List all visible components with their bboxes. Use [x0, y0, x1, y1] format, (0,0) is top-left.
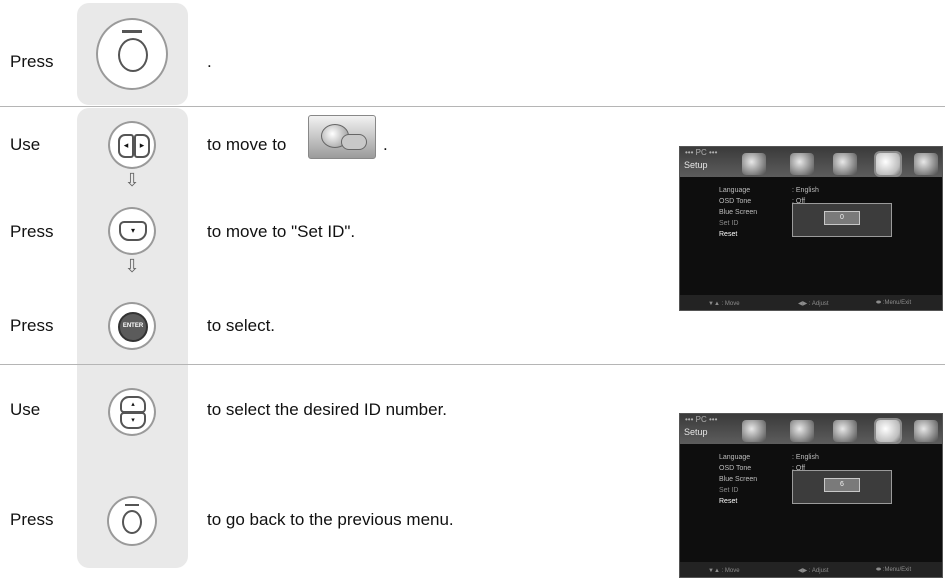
step-text: to move to — [207, 135, 287, 154]
channel-menu-icon — [833, 420, 857, 442]
set-id-field: 0 — [824, 211, 860, 225]
setup-menu-icon — [876, 153, 900, 175]
menu-button-icon-ring — [118, 38, 148, 72]
left-arrow-icon: ◂ — [118, 134, 134, 158]
osd-item-label: OSD Tone — [719, 198, 752, 205]
menu-button-icon-ring — [122, 510, 142, 534]
down-button-icon: ▾ — [120, 412, 146, 429]
step-text-suffix: . — [383, 135, 388, 154]
step-verb: Press — [10, 222, 54, 241]
picture-menu-icon — [742, 420, 766, 442]
osd-item-label: Language — [719, 187, 751, 194]
osd-hint-menu-exit: ⬬ :Menu/Exit — [876, 300, 912, 306]
osd-item-label: Blue Screen — [719, 476, 758, 483]
right-arrow-icon: ▸ — [134, 134, 150, 158]
osd-item-value: : English — [792, 454, 819, 461]
input-menu-icon — [914, 420, 938, 442]
up-down-button[interactable]: ▴ ▾ — [108, 388, 156, 436]
osd-item-label: Set ID — [719, 487, 739, 494]
set-id-field: 6 — [824, 478, 860, 492]
osd-item-label: Blue Screen — [719, 209, 758, 216]
down-arrow-icon: ⇩ — [124, 170, 140, 190]
step-text: to select the desired ID number. — [207, 400, 448, 419]
osd-item-label: Reset — [719, 498, 738, 505]
menu-button[interactable] — [107, 496, 157, 546]
osd-section-title: Setup — [684, 427, 708, 437]
step-text: to go back to the previous menu. — [207, 510, 454, 529]
osd-hint-adjust: ◀▶ : Adjust — [798, 568, 829, 574]
setup-menu-icon — [876, 420, 900, 442]
menu-button-icon — [125, 504, 139, 506]
osd-item-label: Language — [719, 454, 751, 461]
down-button-icon: ▾ — [119, 221, 147, 241]
step-verb: Press — [10, 510, 54, 529]
left-right-button[interactable]: ◂ ▸ — [108, 121, 156, 169]
osd-item-label: Set ID — [719, 220, 739, 227]
osd-source: ••• PC ••• — [685, 148, 718, 157]
osd-screenshot-set-id-six: ••• PC ••• Setup Language : English OSD … — [679, 413, 943, 578]
osd-item-value: : English — [792, 187, 819, 194]
osd-item-label: OSD Tone — [719, 465, 752, 472]
enter-button-icon: ENTER — [118, 312, 148, 342]
osd-hint-move: ▼▲ : Move — [708, 301, 740, 307]
menu-button[interactable] — [96, 18, 168, 90]
setup-menu-icon — [308, 115, 376, 159]
sound-menu-icon — [790, 153, 814, 175]
down-button[interactable]: ▾ — [108, 207, 156, 255]
enter-label: ENTER — [122, 323, 144, 329]
osd-hint-menu-exit: ⬬ :Menu/Exit — [876, 567, 912, 573]
osd-item-label: Reset — [719, 231, 738, 238]
step-verb: Press — [10, 52, 54, 71]
osd-section-title: Setup — [684, 160, 708, 170]
menu-button-icon — [122, 30, 142, 33]
divider — [0, 364, 945, 365]
up-button-icon: ▴ — [120, 396, 146, 413]
osd-source: ••• PC ••• — [685, 415, 718, 424]
divider — [0, 106, 945, 107]
enter-button[interactable]: ENTER — [108, 302, 156, 350]
sound-menu-icon — [790, 420, 814, 442]
step-text: . — [207, 52, 212, 71]
step-verb: Use — [10, 135, 41, 154]
input-menu-icon — [914, 153, 938, 175]
step-verb: Press — [10, 316, 54, 335]
step-verb: Use — [10, 400, 41, 419]
channel-menu-icon — [833, 153, 857, 175]
down-arrow-icon: ⇩ — [124, 256, 140, 276]
step-text: to move to "Set ID". — [207, 222, 356, 241]
picture-menu-icon — [742, 153, 766, 175]
osd-screenshot-set-id-open: ••• PC ••• Setup Language : English OSD … — [679, 146, 943, 311]
osd-hint-move: ▼▲ : Move — [708, 568, 740, 574]
osd-hint-adjust: ◀▶ : Adjust — [798, 301, 829, 307]
step-text: to select. — [207, 316, 276, 335]
